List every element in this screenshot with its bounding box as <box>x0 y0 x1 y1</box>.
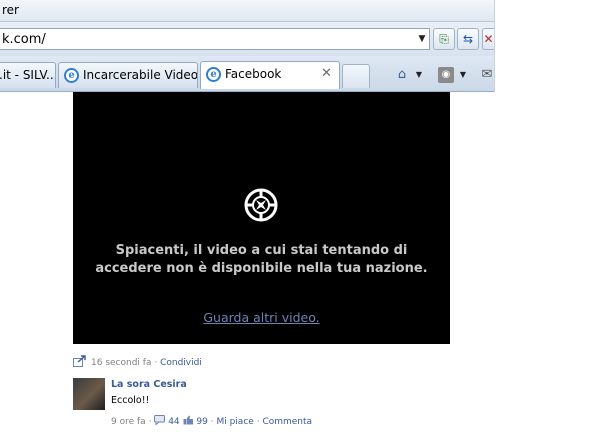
video-player: Spiacenti, il video a cui stai tentando … <box>73 92 450 344</box>
post-time[interactable]: 16 secondi fa <box>91 358 151 368</box>
ie-icon: e <box>206 67 221 82</box>
address-toolbar: ▼ ⎘ ⇆ ✕ <box>0 22 494 56</box>
avatar[interactable] <box>73 378 105 410</box>
new-tab-button[interactable] <box>342 64 370 88</box>
comment-author[interactable]: La sora Cesira <box>111 379 187 390</box>
post-meta: 16 secondi fa · Condividi <box>73 355 202 368</box>
tab-label: Facebook <box>225 67 282 81</box>
comment: La sora Cesira Eccolo!! 9 ore fa · 44 99… <box>73 378 453 428</box>
thumbs-up-icon <box>183 415 193 425</box>
home-dropdown-icon[interactable]: ▼ <box>414 66 424 84</box>
tab-bar: .it - SILV... e Incarcerabile Video ... … <box>0 56 494 92</box>
comment-time[interactable]: 9 ore fa <box>111 417 146 427</box>
more-videos-link[interactable]: Guarda altri video. <box>73 310 450 325</box>
refresh-icon[interactable]: ⇆ <box>457 28 479 50</box>
window-title: rer <box>2 3 19 17</box>
home-icon[interactable]: ⌂ <box>392 66 412 84</box>
tab-facebook[interactable]: e Facebook ✕ <box>200 61 340 89</box>
mail-icon[interactable]: ✉ <box>480 66 494 84</box>
comment-bubble-icon <box>154 415 166 425</box>
like-link[interactable]: Mi piace <box>216 417 253 427</box>
comment-meta: 9 ore fa · 44 99 · Mi piace · Commenta <box>111 415 313 427</box>
comments-count[interactable]: 44 <box>168 417 179 427</box>
tab-silv[interactable]: .it - SILV... <box>0 62 56 88</box>
feed-dropdown-icon[interactable]: ▼ <box>458 66 468 84</box>
address-bar[interactable] <box>0 28 430 50</box>
stop-icon[interactable]: ✕ <box>482 28 494 50</box>
share-icon <box>73 355 86 367</box>
address-input[interactable] <box>2 31 402 47</box>
blocked-video-icon <box>244 188 278 222</box>
tab-incarcerabile-video[interactable]: e Incarcerabile Video ... <box>58 62 198 88</box>
address-dropdown-icon[interactable]: ▼ <box>416 31 428 47</box>
ie-icon: e <box>64 68 79 83</box>
separator: · <box>154 358 158 368</box>
comment-link[interactable]: Commenta <box>262 417 312 427</box>
browser-window: rer ▼ ⎘ ⇆ ✕ .it - SILV... e Incarcerabil… <box>0 0 614 432</box>
feed-icon[interactable]: ◉ <box>438 67 454 83</box>
tab-label: .it - SILV... <box>0 68 56 82</box>
title-bar: rer <box>0 0 494 22</box>
share-link[interactable]: Condividi <box>160 358 202 368</box>
right-blank-area <box>494 0 614 92</box>
tab-label: Incarcerabile Video ... <box>83 68 198 82</box>
likes-count[interactable]: 99 <box>196 417 207 427</box>
comment-text: Eccolo!! <box>111 395 150 406</box>
compatibility-icon[interactable]: ⎘ <box>433 28 455 50</box>
video-unavailable-message: Spiacenti, il video a cui stai tentando … <box>95 243 428 276</box>
tab-close-icon[interactable]: ✕ <box>321 66 332 81</box>
